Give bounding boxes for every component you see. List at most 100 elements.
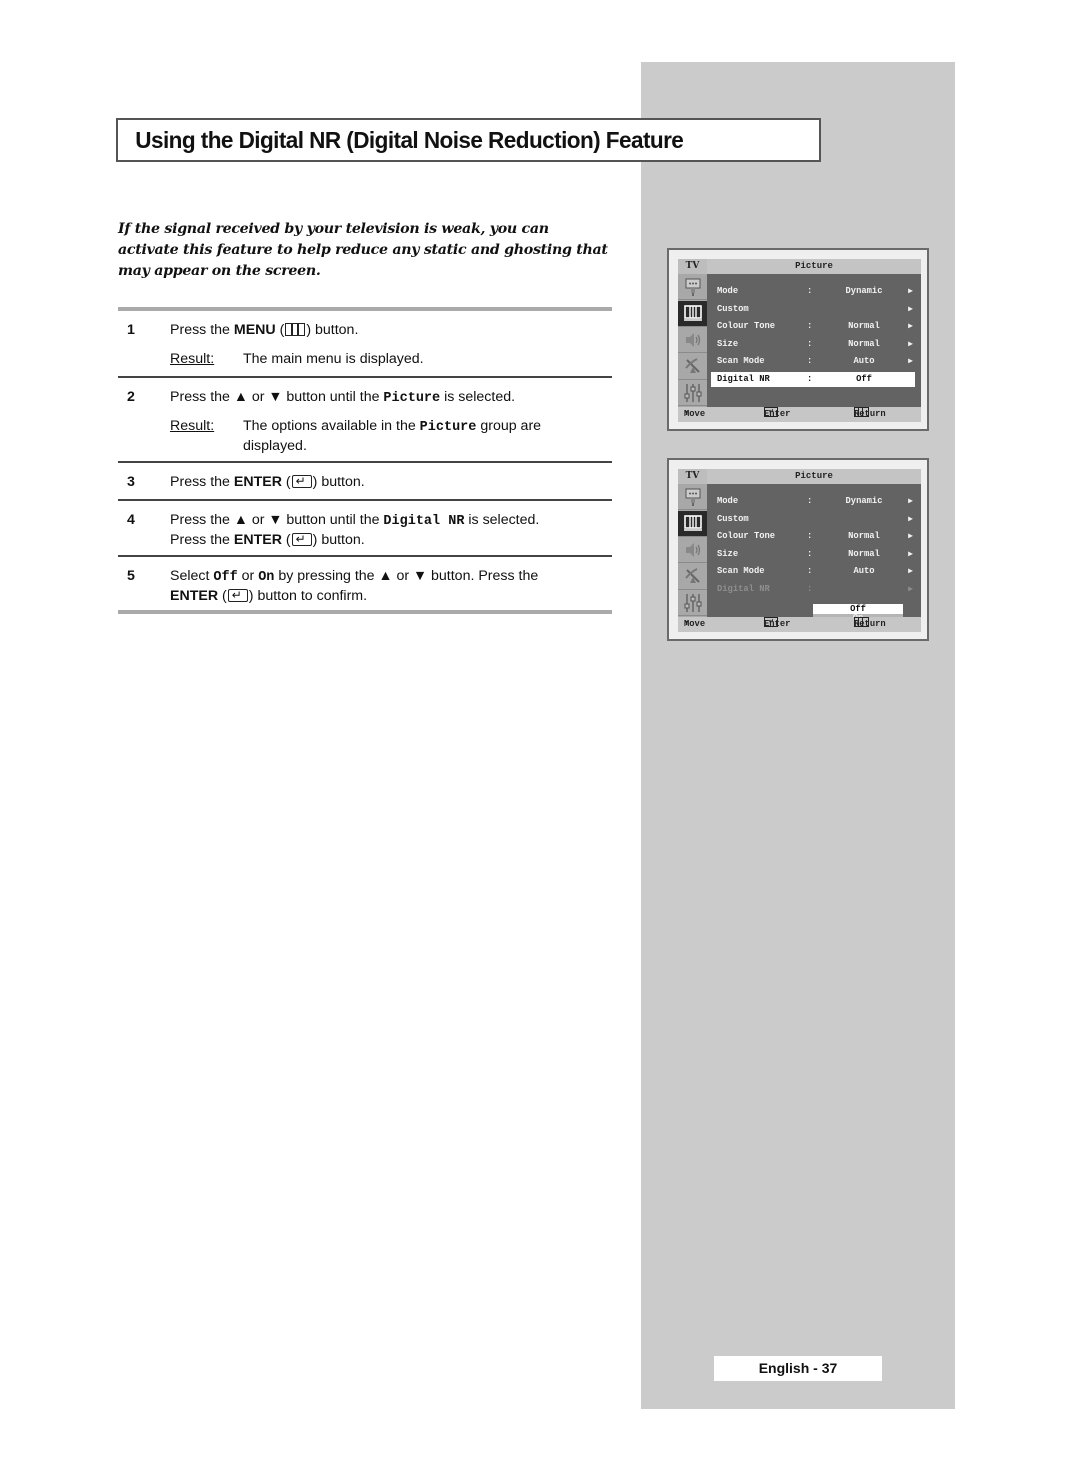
step-text: Select (170, 568, 214, 584)
osd-item-value: Auto (853, 356, 875, 367)
input-icon[interactable] (678, 274, 707, 300)
step-number: 3 (127, 474, 135, 490)
osd-footer-move: ⬍ Move (684, 407, 705, 422)
step-text: Press the ▲ or ▼ button until the (170, 512, 384, 528)
osd-item-value: Normal (848, 338, 880, 349)
osd-item-label: Colour Tone (717, 531, 776, 542)
arrow-right-icon: ▶ (908, 322, 913, 332)
page-number-label: English - 37 (714, 1356, 882, 1381)
osd-footer-move: ⬍ Move (684, 617, 705, 632)
osd-menu-item[interactable]: Mode: Dynamic ▶ (711, 284, 915, 299)
osd-item-colon: : (807, 584, 813, 594)
step-text: button. (317, 532, 365, 548)
divider-bottom (118, 610, 612, 614)
osd-menu-item[interactable]: Size: Normal ▶ (711, 547, 915, 562)
osd-item-value: Normal (848, 531, 880, 542)
osd-item-label: Size (717, 548, 739, 559)
channel-icon[interactable] (678, 564, 707, 590)
osd-item-colon: : (807, 321, 813, 332)
step-text: Press the (170, 532, 234, 548)
sound-icon[interactable] (678, 537, 707, 564)
menu-term: Picture (383, 391, 441, 406)
divider (118, 499, 612, 501)
arrow-right-icon: ▶ (908, 497, 913, 506)
osd-menu-item[interactable]: Digital NR: Off (711, 372, 915, 387)
divider-top (118, 307, 612, 311)
setup-icon[interactable] (678, 590, 707, 617)
osd-item-label: Mode (717, 496, 739, 506)
enter-icon (291, 472, 312, 490)
osd-menu-item[interactable]: Custom ▶ (711, 512, 915, 527)
osd-item-label: Scan Mode (717, 356, 765, 367)
osd-item-colon: : (807, 548, 813, 559)
step-text: Press the (170, 474, 234, 490)
arrow-right-icon: ▶ (908, 567, 913, 577)
step-text: Press the (170, 322, 234, 338)
menu-icon (854, 617, 869, 627)
arrow-right-icon: ▶ (908, 304, 913, 314)
osd-item-value: Off (856, 374, 872, 384)
setup-icon[interactable] (678, 380, 707, 407)
osd-menu-item[interactable]: Colour Tone: Normal ▶ (711, 529, 915, 544)
osd-footer-return: Return (854, 407, 886, 419)
arrow-right-icon: ▶ (908, 585, 913, 594)
step-text: button. (315, 322, 359, 338)
channel-icon[interactable] (678, 354, 707, 380)
osd-screenshot-1: TV Picture Mode: Dynamic ▶ Custom ▶ Colour Tone… (667, 248, 929, 431)
osd-screenshot-2: TV Picture Mode: Dynamic ▶ Custom ▶ Colour Tone… (667, 458, 929, 641)
key-name: ENTER (170, 588, 219, 604)
osd-item-label: Size (717, 338, 739, 349)
osd-item-value: Normal (848, 548, 880, 559)
up-down-icon: ⬍ (684, 619, 690, 629)
osd-menu-item[interactable]: Scan Mode: Auto ▶ (711, 354, 915, 369)
osd-side-menu (678, 274, 707, 407)
sound-icon[interactable] (678, 327, 707, 354)
menu-icon (285, 323, 306, 336)
osd-item-label: Custom (717, 513, 749, 524)
intro-paragraph: If the signal received by your televisio… (118, 221, 608, 279)
osd-menu-item[interactable]: Size: Normal ▶ (711, 337, 915, 352)
step-5: 5 Select Off or On by pressing the ▲ or … (118, 567, 612, 607)
osd-item-colon: : (807, 531, 813, 542)
step-text: Press the ▲ or ▼ button until the (170, 389, 384, 405)
enter-icon: ↵ (764, 407, 778, 417)
osd-item-value: Dynamic (845, 286, 883, 296)
osd-menu: TV Picture Mode: Dynamic ▶ Custom ▶ Colour Tone… (678, 469, 921, 632)
osd-item-label: Scan Mode (717, 566, 765, 577)
menu-icon (854, 407, 869, 417)
step-text: by pressing the ▲ or ▼ button. Press the (274, 568, 539, 584)
menu-term: Digital NR (383, 514, 465, 529)
divider (118, 555, 612, 557)
input-icon[interactable] (678, 484, 707, 510)
divider (118, 461, 612, 463)
arrow-right-icon: ▶ (908, 287, 913, 296)
osd-footer-enter: ↵ Enter (764, 617, 791, 629)
enter-icon: ↵ (764, 617, 778, 627)
picture-icon[interactable] (678, 300, 707, 327)
osd-tv-label: TV (678, 259, 707, 274)
osd-item-label: Custom (717, 303, 749, 314)
key-name: ENTER (233, 474, 282, 490)
osd-item-colon: : (807, 286, 813, 296)
osd-menu-item[interactable]: Scan Mode: Auto ▶ (711, 564, 915, 579)
arrow-right-icon: ▶ (908, 339, 913, 349)
osd-footer-enter: ↵ Enter (764, 407, 791, 419)
step-4: 4 Press the ▲ or ▼ button until the Digi… (118, 511, 612, 551)
osd-item-label: Digital NR (717, 374, 770, 384)
step-text: button. (317, 474, 365, 490)
osd-header-title: Picture (707, 259, 921, 274)
key-name: MENU (233, 322, 276, 338)
picture-icon[interactable] (678, 510, 707, 537)
key-name: ENTER (233, 532, 282, 548)
osd-menu-item[interactable]: Custom ▶ (711, 302, 915, 317)
osd-menu-item[interactable]: Digital NR: ▶ (711, 582, 915, 597)
result-text: The main menu is displayed. (243, 351, 424, 367)
menu-term: On (258, 570, 275, 585)
osd-menu-item[interactable]: Mode: Dynamic ▶ (711, 494, 915, 509)
osd-menu-item[interactable]: Colour Tone: Normal ▶ (711, 319, 915, 334)
osd-item-colon: : (807, 496, 813, 506)
title-box: Using the Digital NR (Digital Noise Redu… (116, 118, 821, 162)
osd-tv-label: TV (678, 469, 707, 484)
arrow-right-icon: ▶ (908, 549, 913, 559)
result-text: The options available in the Picture gro… (243, 418, 542, 454)
